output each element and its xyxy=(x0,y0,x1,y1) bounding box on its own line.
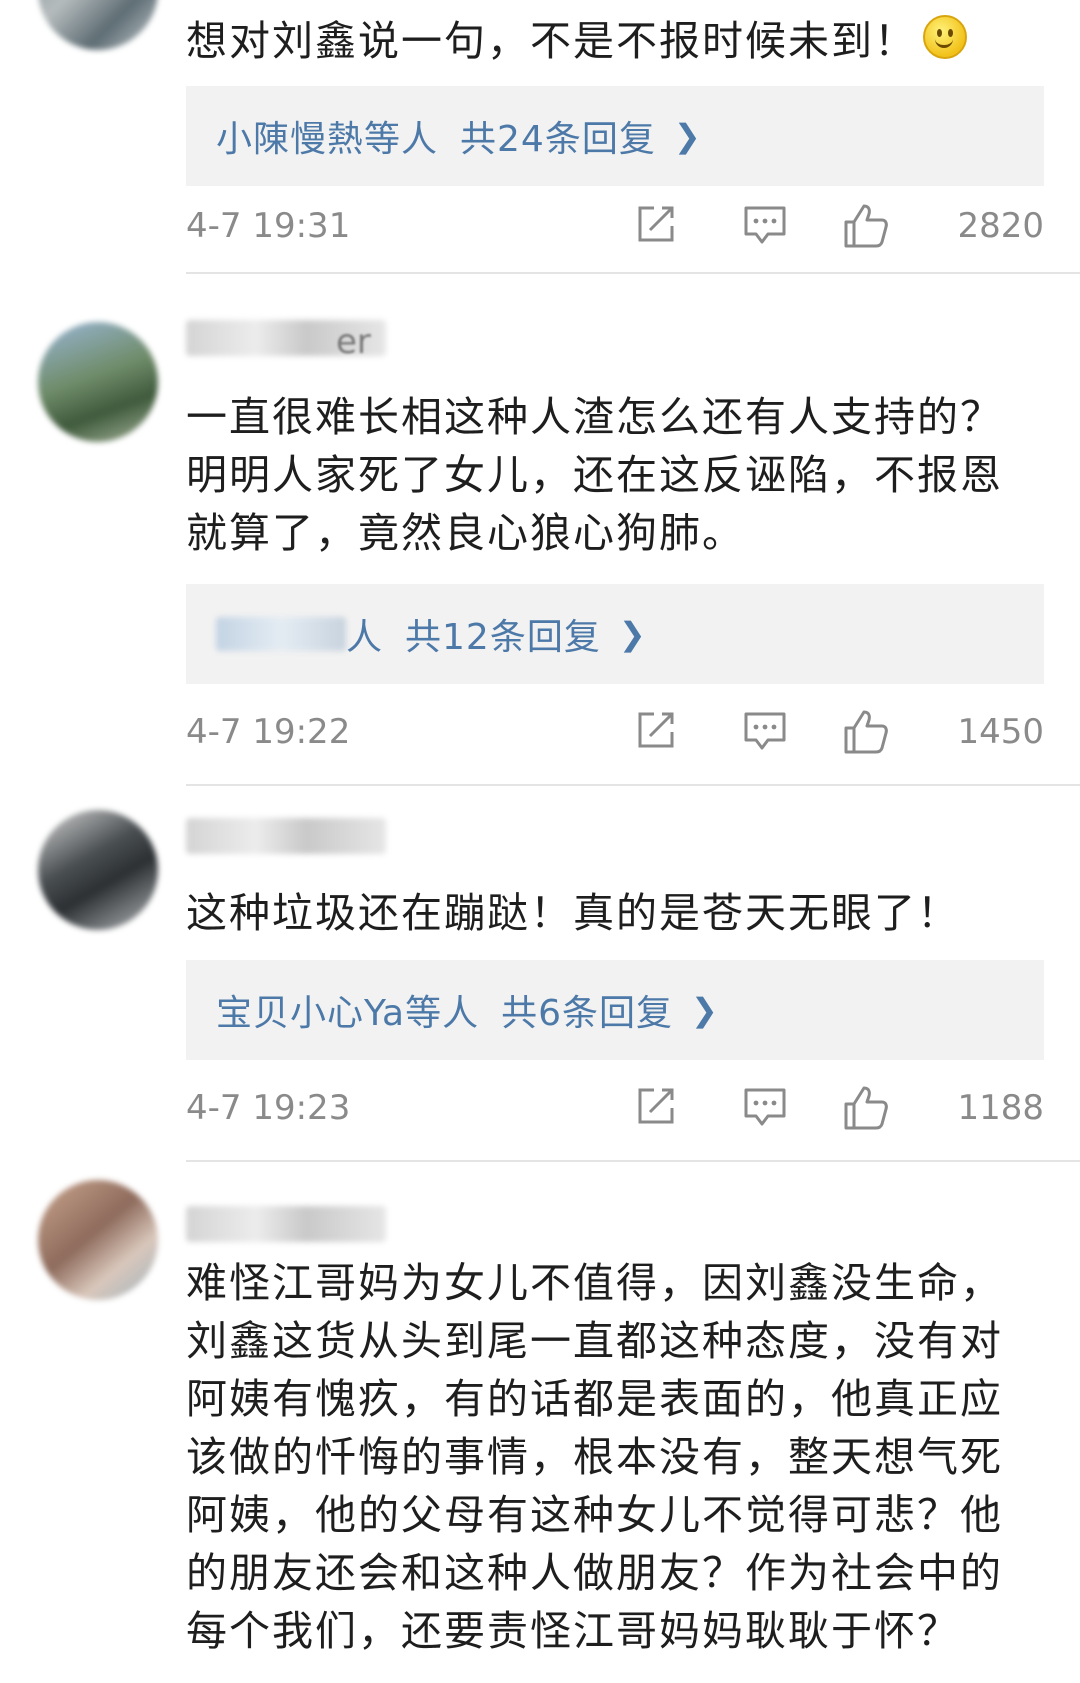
replies-link[interactable]: 小陳慢熱等人 共24条回复 ❯ xyxy=(186,86,1044,186)
like-count: 1450 xyxy=(957,712,1044,752)
like-count: 2820 xyxy=(957,206,1044,246)
reply-names: 宝贝小心Ya等人 xyxy=(216,993,480,1034)
reply-names: 小陳慢熱等人 xyxy=(216,119,439,160)
timestamp: 4-7 19:31 xyxy=(186,206,351,246)
comment-text: 这种垃圾还在蹦跶！真的是苍天无眼了！ xyxy=(186,889,960,937)
chevron-right-icon: ❯ xyxy=(673,117,702,155)
comment-icon[interactable] xyxy=(742,202,788,246)
chevron-right-icon: ❯ xyxy=(691,991,719,1029)
like-count: 1188 xyxy=(957,1088,1044,1128)
comment-actions: 4-7 19:22 1450 xyxy=(186,704,1044,764)
comment-actions: 4-7 19:31 2820 xyxy=(186,198,1044,258)
reply-names-blurred xyxy=(216,617,346,651)
reply-count: 共12条回复 xyxy=(405,617,601,658)
thumbs-up-icon[interactable] xyxy=(842,1084,890,1132)
reply-count: 共24条回复 xyxy=(460,119,656,160)
reply-names: 人 xyxy=(346,617,384,658)
comment-icon[interactable] xyxy=(742,708,788,752)
username[interactable] xyxy=(186,1206,386,1242)
comment-icon[interactable] xyxy=(742,1084,788,1128)
timestamp: 4-7 19:22 xyxy=(186,712,351,752)
comment-text: 一直很难长相这种人渣怎么还有人支持的？明明人家死了女儿，还在这反诬陷，不报恩就算… xyxy=(186,393,1003,557)
avatar[interactable] xyxy=(38,1180,158,1300)
avatar[interactable] xyxy=(38,322,158,442)
comment-text: 难怪江哥妈为女儿不值得，因刘鑫没生命，刘鑫这货从头到尾一直都这种态度，没有对阿姨… xyxy=(186,1259,1003,1655)
share-icon[interactable] xyxy=(634,202,678,246)
avatar[interactable] xyxy=(38,0,158,50)
username-visible-fragment: er xyxy=(336,322,371,362)
timestamp: 4-7 19:23 xyxy=(186,1088,351,1128)
comment-actions: 4-7 19:23 1188 xyxy=(186,1080,1044,1140)
smile-emoji-icon xyxy=(923,15,967,59)
divider xyxy=(186,272,1080,274)
reply-count: 共6条回复 xyxy=(501,993,674,1034)
thumbs-up-icon[interactable] xyxy=(842,708,890,756)
replies-link[interactable]: 宝贝小心Ya等人 共6条回复 ❯ xyxy=(186,960,1044,1060)
divider xyxy=(186,1160,1080,1162)
chevron-right-icon: ❯ xyxy=(618,615,647,653)
share-icon[interactable] xyxy=(634,708,678,752)
replies-link[interactable]: 人 共12条回复 ❯ xyxy=(186,584,1044,684)
comment-text: 想对刘鑫说一句，不是不报时候未到！ xyxy=(186,12,1046,70)
username[interactable] xyxy=(186,818,386,854)
share-icon[interactable] xyxy=(634,1084,678,1128)
divider xyxy=(186,784,1080,786)
thumbs-up-icon[interactable] xyxy=(842,202,890,250)
avatar[interactable] xyxy=(38,810,158,930)
